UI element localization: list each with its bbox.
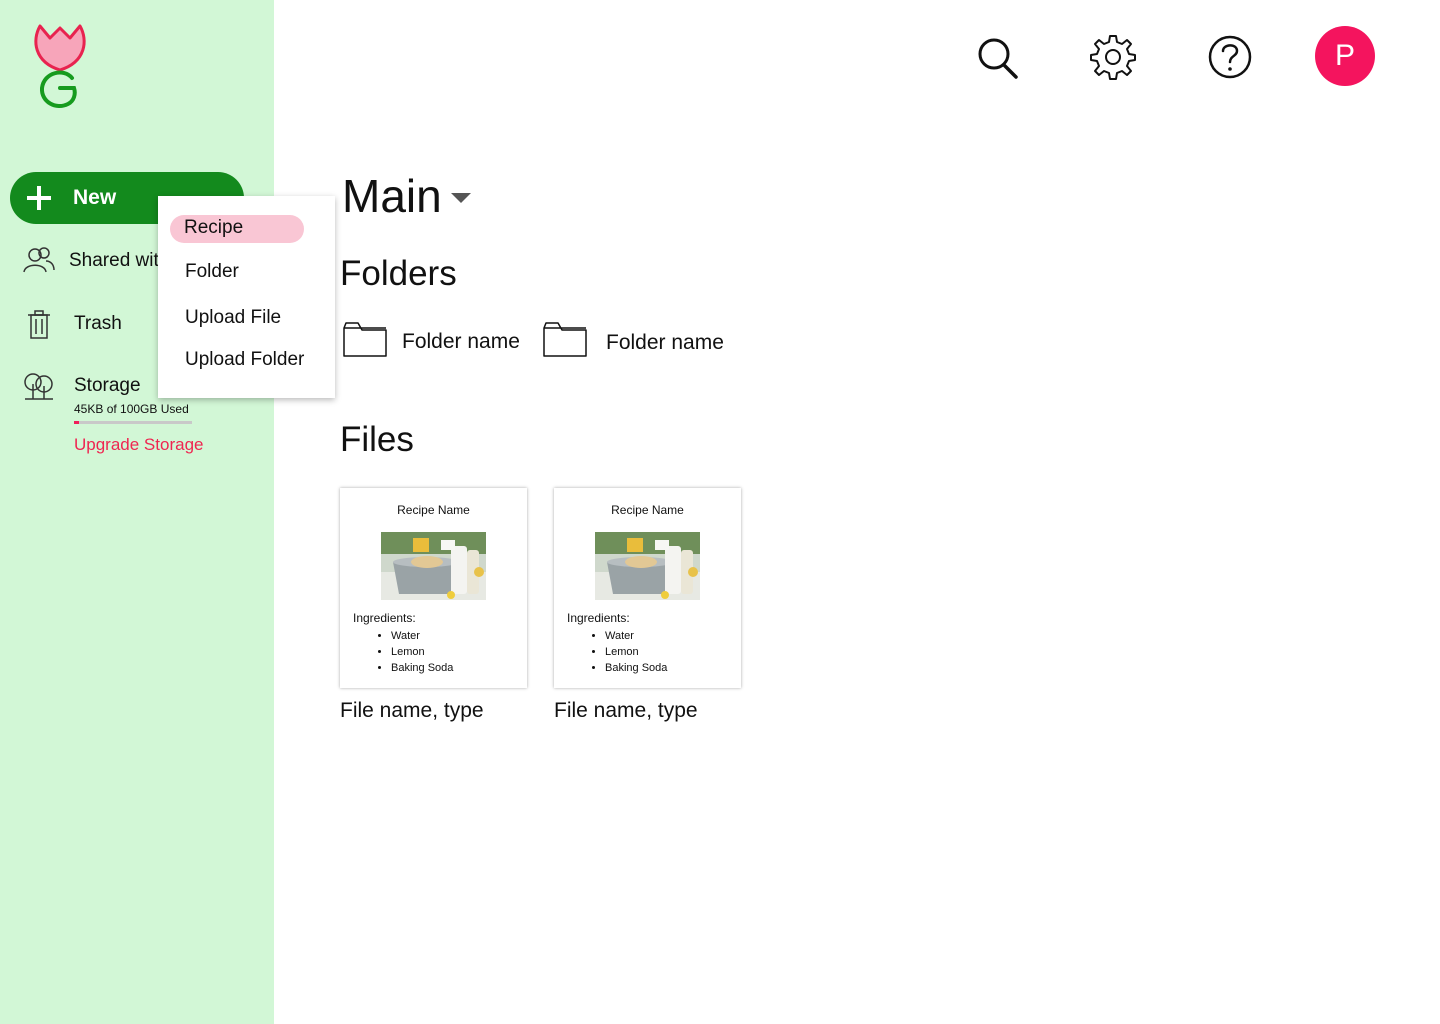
folder-icon (343, 322, 387, 357)
files-heading: Files (340, 420, 414, 459)
caret-down-icon[interactable] (450, 192, 472, 204)
folders-heading: Folders (340, 254, 457, 293)
folder-icon (543, 322, 587, 357)
trash-icon (28, 310, 50, 339)
ingredients-list: Water Lemon Baking Soda (377, 628, 453, 676)
recipe-name: Recipe Name (611, 503, 684, 517)
ingredient-item: Water (605, 628, 667, 644)
sidebar: New Shared wit Trash Storage 45KB of 100… (0, 0, 274, 1024)
ingredient-item: Water (391, 628, 453, 644)
file-name-label[interactable]: File name, type (340, 699, 484, 723)
gear-icon[interactable] (1090, 32, 1136, 82)
folder-name: Folder name (402, 330, 520, 353)
recipe-name: Recipe Name (397, 503, 470, 517)
ingredients-label: Ingredients: (567, 611, 630, 625)
search-icon[interactable] (975, 32, 1021, 82)
people-icon (23, 247, 55, 273)
trees-icon (24, 373, 53, 400)
menu-item-folder[interactable]: Folder (185, 261, 239, 283)
ingredient-item: Baking Soda (605, 660, 667, 676)
avatar[interactable]: P (1315, 26, 1375, 86)
recipe-thumbnail-image (381, 532, 486, 600)
file-card[interactable]: Recipe Name Ingredients: Water Lemon Bak… (554, 488, 741, 688)
file-card[interactable]: Recipe Name Ingredients: Water Lemon Bak… (340, 488, 527, 688)
storage-progress-bar (74, 421, 192, 424)
storage-progress-fill (74, 421, 79, 424)
menu-item-upload-folder[interactable]: Upload Folder (185, 349, 304, 371)
sidebar-item-storage[interactable]: Storage (22, 370, 162, 406)
folder-item[interactable]: Folder name (342, 318, 522, 362)
sidebar-item-shared[interactable]: Shared wit (22, 244, 162, 280)
file-name-label[interactable]: File name, type (554, 699, 698, 723)
recipe-thumbnail-image (595, 532, 700, 600)
page-title: Main (342, 170, 442, 222)
new-button-label: New (73, 186, 117, 209)
menu-item-upload-file[interactable]: Upload File (185, 307, 281, 329)
folder-item[interactable]: Folder name (542, 318, 727, 362)
sidebar-item-trash[interactable]: Trash (22, 308, 162, 344)
folder-name: Folder name (606, 331, 724, 354)
plus-icon (27, 186, 51, 210)
sidebar-item-label: Storage (74, 375, 141, 396)
new-menu: Recipe Folder Upload File Upload Folder (158, 196, 335, 398)
sidebar-item-label: Trash (74, 313, 122, 334)
app-logo[interactable] (30, 22, 90, 112)
menu-item-recipe[interactable]: Recipe (170, 215, 304, 243)
ingredient-item: Baking Soda (391, 660, 453, 676)
upgrade-storage-link[interactable]: Upgrade Storage (74, 435, 203, 455)
menu-item-label: Recipe (184, 217, 244, 238)
help-icon[interactable] (1207, 32, 1253, 82)
ingredients-list: Water Lemon Baking Soda (591, 628, 667, 676)
storage-usage-text: 45KB of 100GB Used (74, 402, 189, 416)
sidebar-item-label: Shared wit (69, 250, 159, 271)
ingredient-item: Lemon (605, 644, 667, 660)
ingredient-item: Lemon (391, 644, 453, 660)
ingredients-label: Ingredients: (353, 611, 416, 625)
